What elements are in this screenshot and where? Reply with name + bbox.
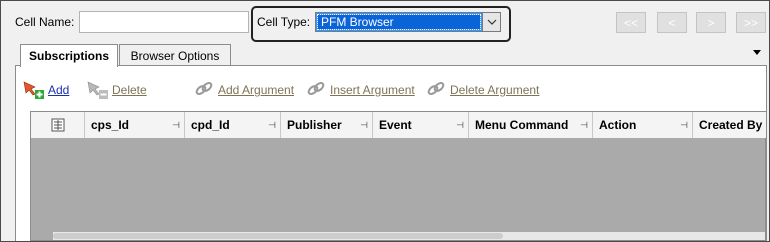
cell-type-value: PFM Browser xyxy=(317,14,481,30)
pin-icon[interactable]: ⊣ xyxy=(360,120,368,131)
add-button[interactable]: Add xyxy=(22,80,69,100)
column-chooser-icon[interactable] xyxy=(31,112,85,138)
link-delete-icon xyxy=(424,79,448,102)
column-header-action[interactable]: Action ⊣ xyxy=(593,112,693,138)
cell-name-input[interactable] xyxy=(79,11,249,33)
horizontal-scrollbar[interactable] xyxy=(53,232,765,240)
link-insert-icon xyxy=(304,79,328,102)
delete-argument-label: Delete Argument xyxy=(450,83,540,97)
column-header-created-by[interactable]: Created By xyxy=(693,112,766,138)
subscriptions-panel: Add Delete Add Argument Insert Argument … xyxy=(15,65,767,241)
insert-argument-button[interactable]: Insert Argument xyxy=(304,80,415,100)
column-label: Event xyxy=(379,118,412,132)
add-icon xyxy=(22,79,46,102)
pin-icon[interactable]: ⊣ xyxy=(268,120,276,131)
insert-argument-label: Insert Argument xyxy=(330,83,415,97)
column-label: Menu Command xyxy=(475,118,569,132)
cell-name-label: Cell Name: xyxy=(15,15,75,29)
column-label: Action xyxy=(599,118,637,132)
top-bar: Cell Name: Cell Type: PFM Browser << < >… xyxy=(1,1,769,42)
previous-record-button[interactable]: < xyxy=(657,12,687,33)
chevron-down-icon[interactable] xyxy=(482,13,500,31)
subscriptions-grid[interactable]: cps_Id ⊣ cpd_Id ⊣ Publisher ⊣ Event ⊣ Menu C… xyxy=(30,111,766,241)
grid-header: cps_Id ⊣ cpd_Id ⊣ Publisher ⊣ Event ⊣ Menu C… xyxy=(31,112,766,138)
column-header-menu-command[interactable]: Menu Command ⊣ xyxy=(469,112,593,138)
add-label: Add xyxy=(48,83,70,97)
cell-type-label: Cell Type: xyxy=(257,15,311,29)
column-label: cpd_Id xyxy=(191,118,230,132)
next-record-button[interactable]: > xyxy=(696,12,726,33)
column-label: Created By xyxy=(699,118,763,132)
delete-icon xyxy=(86,79,110,102)
delete-button[interactable]: Delete xyxy=(86,80,147,100)
pin-icon[interactable]: ⊣ xyxy=(456,120,464,131)
add-argument-button[interactable]: Add Argument xyxy=(192,80,294,100)
scrollbar-thumb[interactable] xyxy=(53,233,503,239)
column-header-event[interactable]: Event ⊣ xyxy=(373,112,469,138)
tab-browser-options[interactable]: Browser Options xyxy=(119,44,231,66)
pin-icon[interactable]: ⊣ xyxy=(172,120,180,131)
tab-overflow-chevron-icon[interactable] xyxy=(753,50,761,55)
last-record-button[interactable]: >> xyxy=(736,12,766,33)
column-header-cpd-id[interactable]: cpd_Id ⊣ xyxy=(185,112,281,138)
cell-type-select[interactable]: PFM Browser xyxy=(315,12,501,32)
tab-subscriptions[interactable]: Subscriptions xyxy=(20,44,118,67)
column-label: Publisher xyxy=(287,118,342,132)
delete-argument-button[interactable]: Delete Argument xyxy=(424,80,539,100)
link-add-icon xyxy=(192,79,216,102)
column-label: cps_Id xyxy=(91,118,130,132)
first-record-button[interactable]: << xyxy=(616,12,646,33)
toolbar: Add Delete Add Argument Insert Argument … xyxy=(16,66,766,111)
pin-icon[interactable]: ⊣ xyxy=(680,120,688,131)
column-header-cps-id[interactable]: cps_Id ⊣ xyxy=(85,112,185,138)
window-frame: Cell Name: Cell Type: PFM Browser << < >… xyxy=(0,0,770,242)
column-header-publisher[interactable]: Publisher ⊣ xyxy=(281,112,373,138)
pin-icon[interactable]: ⊣ xyxy=(580,120,588,131)
tab-strip: Subscriptions Browser Options xyxy=(15,44,767,67)
delete-label: Delete xyxy=(112,83,147,97)
add-argument-label: Add Argument xyxy=(218,83,295,97)
